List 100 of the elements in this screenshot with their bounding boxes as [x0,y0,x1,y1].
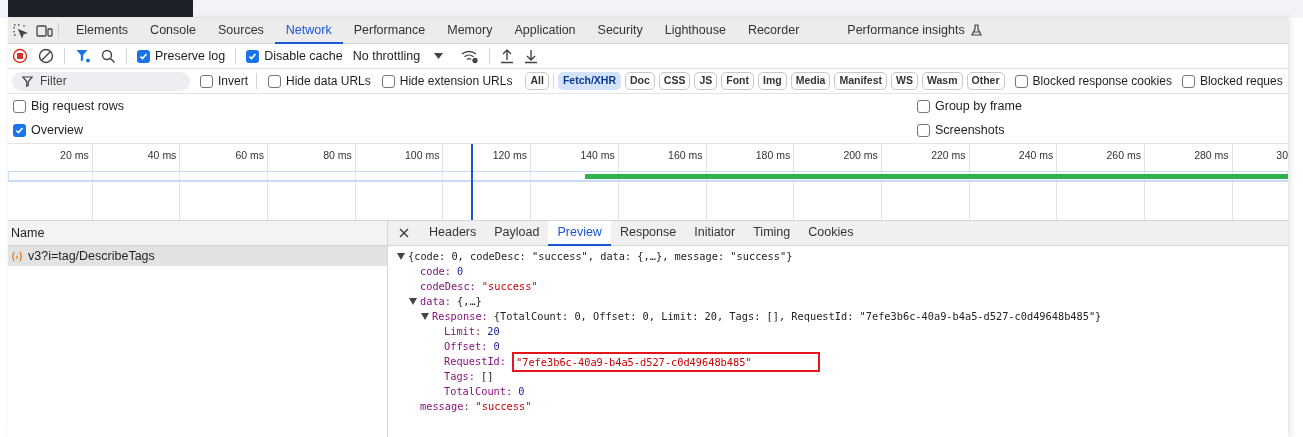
detail-tab[interactable]: Timing [744,221,800,246]
time-tick-label: 220 ms [931,148,966,162]
property-key: Response: [432,309,494,324]
expanded-triangle-icon[interactable] [409,298,420,305]
expanded-triangle-icon[interactable] [397,253,408,260]
property-value: {TotalCount: 0, Offset: 0, Limit: 20, Tags: [], RequestId: "7efe3b6c-40a9-b4a5-d527-c0d49648b485"} [493,309,1102,324]
time-tick-label: 80 ms [323,148,352,162]
type-filter-button[interactable]: JS [694,72,718,90]
property-value: 0 [457,264,464,279]
detail-tab[interactable]: Preview [548,221,611,246]
detail-tab[interactable]: Initiator [685,221,745,246]
property-key: Tags: [444,369,481,384]
time-tick-label: 260 ms [1106,148,1141,162]
property-key: code: [420,264,457,279]
checkbox-label[interactable]: Hide extension URLs [399,72,513,90]
property-key: Limit: [444,324,488,339]
close-icon[interactable] [399,228,409,238]
panel-tab[interactable]: Recorder [736,18,811,44]
checkbox[interactable] [268,74,281,88]
detail-tab[interactable]: Payload [485,221,549,246]
time-tick-label: 180 ms [755,148,791,162]
panel-tab[interactable]: Security [586,18,654,44]
request-row[interactable]: v3?i=tag/DescribeTags [8,246,387,266]
checkmark-icon [139,51,148,61]
column-header[interactable]: Name [11,223,45,243]
time-tick-label: 20 ms [60,148,89,162]
type-filter-button[interactable]: Manifest [834,72,888,90]
detail-tab[interactable]: Cookies [799,221,863,246]
search-icon[interactable] [101,48,116,64]
filter-icon [22,75,33,87]
property-key: codeDesc: [420,279,482,294]
expanded-triangle-icon[interactable] [421,313,432,320]
type-filter-button[interactable]: Font [721,72,754,90]
type-filter-button[interactable]: CSS [658,72,691,90]
type-filter-button[interactable]: Wasm [921,72,963,90]
detail-tab[interactable]: Headers [420,221,486,246]
panel-tab[interactable]: Network [274,18,343,44]
checkbox-label[interactable]: Invert [218,72,248,90]
checkbox[interactable] [1181,74,1195,88]
checkbox-label[interactable]: Screenshots [935,121,1005,141]
type-filter-button[interactable]: Img [758,72,787,90]
checkbox-label[interactable]: Overview [31,121,84,141]
panel-tab[interactable]: Memory [436,18,504,44]
panel-tab[interactable]: Sources [207,18,275,44]
time-tick-label: 280 ms [1194,148,1229,162]
type-filter-button[interactable]: Fetch/XHR [557,72,621,90]
type-filter-button[interactable]: Doc [625,72,655,90]
checkbox[interactable] [13,99,26,113]
checkbox-label[interactable]: Big request rows [31,96,125,116]
time-tick-label: 40 ms [147,148,177,162]
checkbox[interactable] [246,49,260,63]
filter-icon[interactable] [75,48,91,64]
checkbox-label[interactable]: Blocked reques [1199,72,1283,90]
time-tick-label: 140 ms [580,148,615,162]
property-key: TotalCount: [444,384,519,399]
type-filter-button[interactable]: Other [966,72,1005,90]
checkbox-label[interactable]: Group by frame [935,96,1022,116]
checkmark-icon [15,126,24,136]
panel-tab[interactable]: Performance insights [836,18,993,44]
type-filter-button[interactable]: WS [891,72,918,90]
checkbox[interactable] [1014,74,1028,88]
time-tick-label: 60 ms [235,148,265,162]
checkbox[interactable] [13,124,26,138]
checkbox-label[interactable]: Disable cache [264,46,343,66]
panel-tab[interactable]: Lighthouse [653,18,737,44]
property-value: "7efe3b6c-40a9-b4a5-d527-c0d49648b485" [512,351,820,372]
checkbox-label[interactable]: Blocked response cookies [1032,72,1172,90]
upload-icon[interactable] [500,48,515,64]
checkbox[interactable] [137,49,150,63]
property-value: 20 [487,324,500,339]
property-value: 0 [493,339,500,354]
stop-recording-icon[interactable] [12,48,28,64]
panel-tab[interactable]: Performance [342,18,437,44]
time-tick-label: 120 ms [492,148,528,162]
throttling-dropdown[interactable]: No throttling [352,46,452,66]
detail-tab[interactable]: Response [610,221,686,246]
braces-icon [11,250,23,262]
clear-icon[interactable] [38,48,54,64]
download-icon[interactable] [524,48,539,64]
checkbox[interactable] [381,74,395,88]
wifi-settings-icon[interactable] [461,48,480,64]
type-filter-button[interactable]: Media [790,72,831,90]
property-key: Offset: [444,339,494,354]
filter-field[interactable]: Filter [12,71,190,91]
panel-tab[interactable]: Elements [65,18,140,44]
checkbox[interactable] [200,74,213,88]
flask-icon [970,24,982,36]
time-tick-label: 100 ms [405,148,440,162]
type-filter-button[interactable]: All [525,72,549,90]
checkbox[interactable] [917,124,930,138]
checkbox[interactable] [917,99,930,113]
checkbox-label[interactable]: Hide data URLs [286,72,371,90]
panel-tab[interactable]: Application [503,18,587,44]
time-tick-label: 30 [1276,148,1288,162]
property-key: data: [420,294,457,309]
time-tick-label: 240 ms [1018,148,1054,162]
checkbox-label[interactable]: Preserve log [155,46,226,66]
inspect-icon[interactable] [12,22,28,39]
device-toggle-icon[interactable] [36,23,54,38]
panel-tab[interactable]: Console [139,18,207,44]
